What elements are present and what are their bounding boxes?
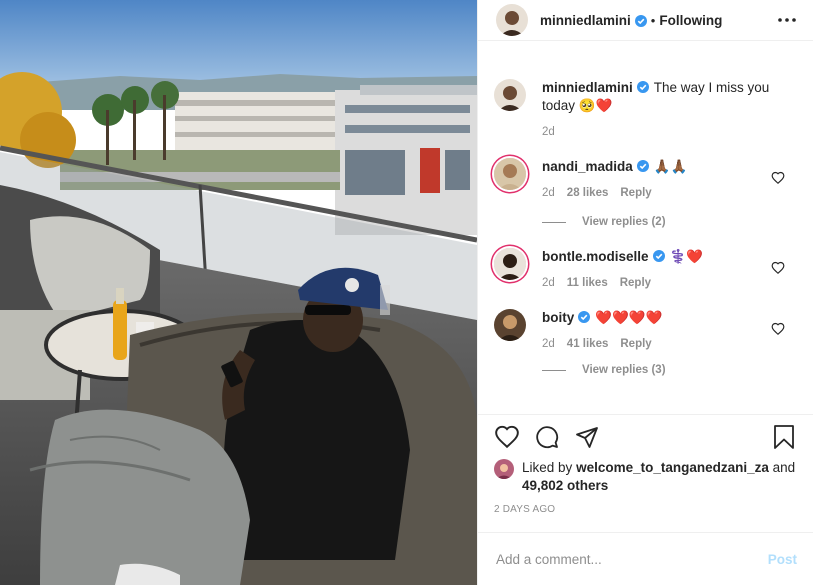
post-header: minniedlamini • Following — [478, 0, 813, 41]
post-photo-illustration — [0, 0, 477, 585]
instagram-post-modal: minniedlamini • Following minniedlamini T… — [0, 0, 813, 585]
comment-likes[interactable]: 28 likes — [567, 187, 609, 199]
view-replies-line — [542, 369, 566, 371]
view-replies-label: View replies (2) — [582, 216, 666, 228]
comment-text-block: bontle.modiselle ⚕️❤️ — [542, 248, 703, 266]
comment-username[interactable]: boity — [542, 310, 574, 325]
comment-username[interactable]: bontle.modiselle — [542, 249, 649, 264]
reply-button[interactable]: Reply — [620, 187, 651, 199]
comment-text: ❤️❤️❤️❤️ — [595, 310, 663, 325]
caption-text-block: minniedlamini The way I miss you today 🥺❤… — [542, 79, 771, 115]
comment-row: bontle.modiselle ⚕️❤️ 2d 11 likes Reply — [494, 248, 797, 289]
commenter-avatar[interactable] — [494, 309, 526, 341]
verified-badge-icon — [634, 14, 647, 27]
comment-age[interactable]: 2d — [542, 338, 555, 350]
comment-username[interactable]: nandi_madida — [542, 159, 633, 174]
likes-prefix: Liked by — [522, 460, 573, 475]
comment-text-block: boity ❤️❤️❤️❤️ — [542, 309, 663, 327]
verified-badge-icon — [636, 80, 649, 93]
share-paper-plane-icon[interactable] — [574, 424, 600, 450]
comment-text-block: nandi_madida 🙏🏾🙏🏾 — [542, 158, 687, 176]
caption: minniedlamini The way I miss you today 🥺❤… — [494, 79, 797, 138]
view-replies-label: View replies (3) — [582, 364, 666, 376]
likes-summary: Liked by welcome_to_tanganedzani_za and … — [478, 459, 813, 495]
comment-likes[interactable]: 41 likes — [567, 338, 609, 350]
comment-bubble-icon[interactable] — [534, 424, 560, 450]
caption-age[interactable]: 2d — [542, 126, 555, 138]
comment-age[interactable]: 2d — [542, 187, 555, 199]
verified-badge-icon — [652, 249, 665, 262]
comments-section[interactable]: minniedlamini The way I miss you today 🥺❤… — [478, 41, 813, 414]
caption-avatar[interactable] — [494, 79, 526, 111]
like-comment-heart-icon[interactable] — [771, 261, 785, 275]
header-separator: • — [650, 12, 656, 28]
verified-badge-icon — [578, 310, 591, 323]
like-comment-heart-icon[interactable] — [771, 171, 785, 185]
post-action-bar — [478, 414, 813, 459]
comment-text: ⚕️❤️ — [669, 249, 704, 264]
caption-meta: 2d — [542, 126, 771, 138]
post-timestamp[interactable]: 2 DAYS AGO — [478, 495, 813, 528]
post-photo[interactable] — [0, 0, 477, 585]
like-comment-heart-icon[interactable] — [771, 322, 785, 336]
view-replies-line — [542, 221, 566, 223]
comment-meta: 2d 41 likes Reply — [542, 338, 663, 350]
view-replies-button[interactable]: View replies (2) — [542, 216, 797, 228]
more-options-icon[interactable] — [777, 10, 797, 30]
reply-button[interactable]: Reply — [620, 338, 651, 350]
likes-others-count[interactable]: 49,802 others — [522, 478, 608, 493]
commenter-avatar[interactable] — [494, 248, 526, 280]
comment-text: 🙏🏾🙏🏾 — [653, 159, 688, 174]
scroll-fade — [478, 402, 813, 414]
likes-text: Liked by welcome_to_tanganedzani_za and … — [522, 459, 795, 495]
comment-input[interactable] — [494, 550, 768, 568]
comment-likes[interactable]: 11 likes — [567, 277, 608, 289]
liker-username[interactable]: welcome_to_tanganedzani_za — [576, 460, 769, 475]
view-replies-button[interactable]: View replies (3) — [542, 364, 797, 376]
post-details-panel: minniedlamini • Following minniedlamini T… — [477, 0, 813, 585]
comment-row: boity ❤️❤️❤️❤️ 2d 41 likes Reply — [494, 309, 797, 350]
following-button[interactable]: Following — [659, 13, 722, 28]
liker-avatar[interactable] — [494, 459, 514, 479]
like-heart-icon[interactable] — [494, 424, 520, 450]
save-bookmark-icon[interactable] — [771, 424, 797, 450]
comment-row: nandi_madida 🙏🏾🙏🏾 2d 28 likes Reply — [494, 158, 797, 199]
caption-username[interactable]: minniedlamini — [542, 80, 633, 95]
post-comment-button[interactable]: Post — [768, 552, 797, 567]
likes-joiner: and — [772, 460, 796, 475]
add-comment-bar: Post — [478, 532, 813, 585]
commenter-avatar[interactable] — [494, 158, 526, 190]
comment-meta: 2d 28 likes Reply — [542, 187, 687, 199]
comment-meta: 2d 11 likes Reply — [542, 277, 703, 289]
verified-badge-icon — [636, 159, 649, 172]
author-username[interactable]: minniedlamini — [540, 13, 631, 28]
author-avatar[interactable] — [496, 4, 528, 36]
comment-age[interactable]: 2d — [542, 277, 555, 289]
reply-button[interactable]: Reply — [620, 277, 651, 289]
